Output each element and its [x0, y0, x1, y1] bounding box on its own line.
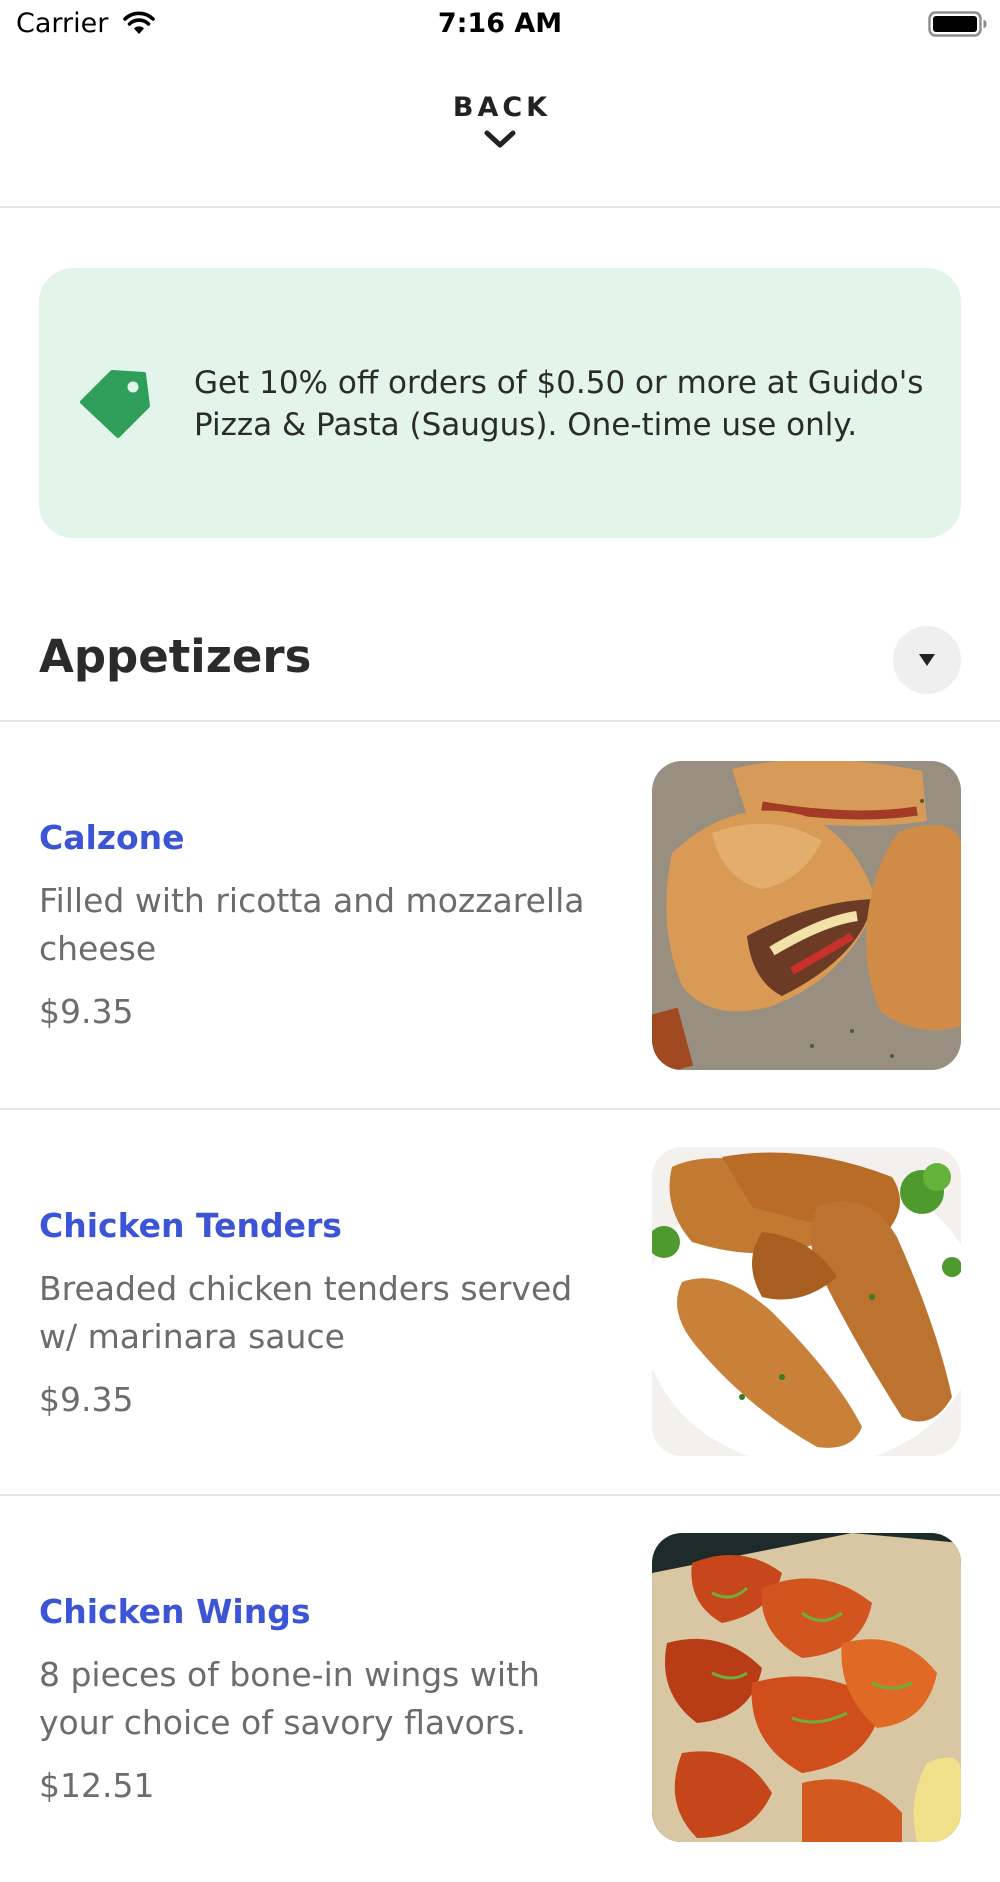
caret-down-icon [919, 654, 935, 666]
item-description: Breaded chicken tenders served w/ marina… [39, 1269, 573, 1356]
item-price: $12.51 [39, 1766, 155, 1805]
back-label: BACK [452, 92, 552, 123]
item-name: Chicken Tenders [39, 1206, 342, 1245]
calzone-photo [652, 761, 961, 1070]
back-button[interactable]: BACK [0, 92, 1000, 172]
status-bar: Carrier 7:16 AM [0, 0, 1000, 50]
header-divider [0, 206, 1000, 208]
item-price: $9.35 [39, 1380, 134, 1419]
section-toggle-button[interactable] [893, 626, 961, 694]
item-description: Filled with ricotta and mozzarella chees… [39, 881, 585, 968]
section-title: Appetizers [39, 630, 312, 683]
status-time: 7:16 AM [437, 8, 563, 39]
promo-text: Get 10% off orders of $0.50 or more at G… [194, 365, 924, 443]
chevron-down-icon [484, 130, 516, 148]
tag-icon [80, 370, 150, 438]
battery-icon [928, 11, 987, 37]
item-name: Calzone [39, 818, 185, 857]
menu-item-calzone[interactable]: Calzone Filled with ricotta and mozzarel… [0, 722, 1000, 1108]
chicken-tenders-photo [652, 1147, 961, 1456]
menu-item-chicken-wings[interactable]: Chicken Wings 8 pieces of bone-in wings … [0, 1496, 1000, 1882]
item-price: $9.35 [39, 992, 134, 1031]
item-name: Chicken Wings [39, 1592, 311, 1631]
menu-item-chicken-tenders[interactable]: Chicken Tenders Breaded chicken tenders … [0, 1110, 1000, 1496]
item-description: 8 pieces of bone-in wings with your choi… [39, 1655, 540, 1742]
chicken-wings-photo [652, 1533, 961, 1842]
